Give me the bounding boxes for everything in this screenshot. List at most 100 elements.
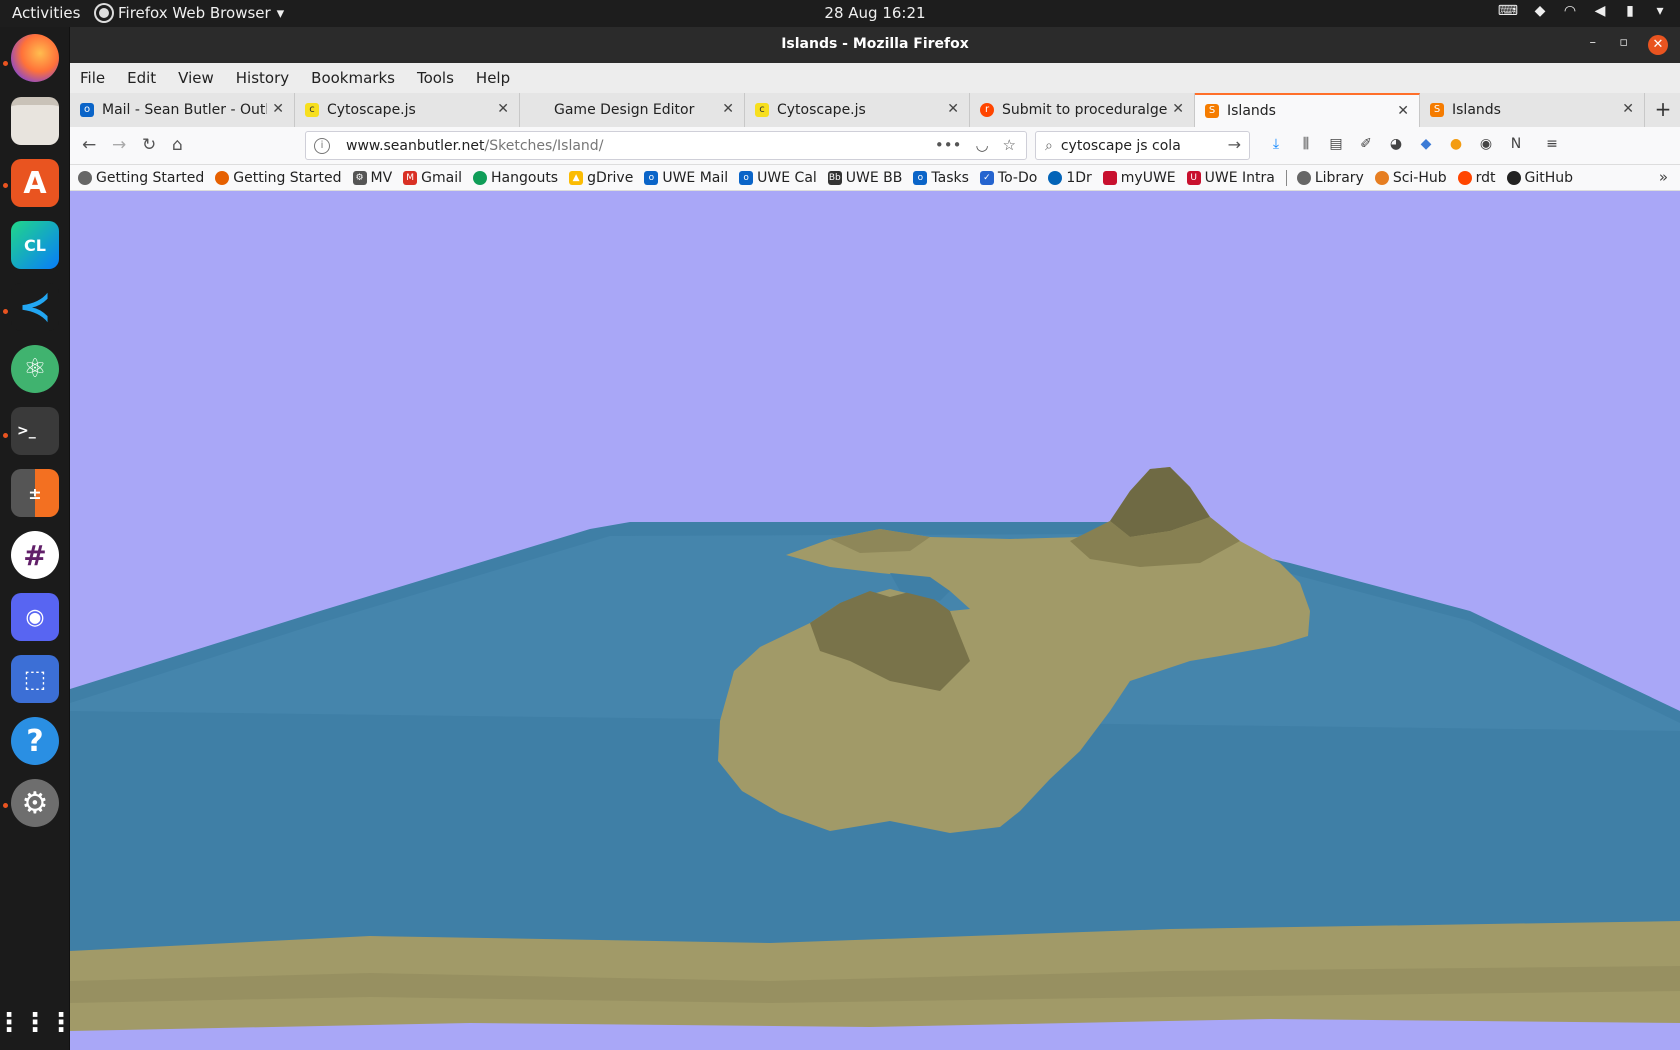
onedrive-icon (1048, 170, 1063, 185)
atom-icon[interactable]: ⚛ (11, 345, 59, 393)
dropbox-icon[interactable]: ◆ (1532, 3, 1548, 19)
bookmark-item[interactable]: Sci-Hub (1374, 170, 1447, 186)
screenshot-icon[interactable]: ⬚ (11, 655, 59, 703)
close-tab-icon[interactable]: ✕ (722, 101, 734, 117)
new-tab-button[interactable]: + (1646, 93, 1680, 127)
hamburger-menu-icon[interactable]: ≡ (1543, 136, 1561, 154)
wifi-icon[interactable]: ◠ (1562, 3, 1578, 19)
tab-game-design-editor[interactable]: Game Design Editor ✕ (520, 93, 745, 127)
system-tray[interactable]: ⌨ ◆ ◠ ◀ ▮ ▾ (1498, 3, 1668, 19)
account-icon[interactable]: ◉ (1477, 136, 1495, 154)
library-icon[interactable]: ⫼ (1297, 136, 1315, 154)
bookmark-label: myUWE (1120, 169, 1176, 186)
clion-icon[interactable]: CL (11, 221, 59, 269)
page-canvas[interactable] (70, 191, 1680, 1050)
bookmark-item[interactable]: GitHub (1506, 170, 1573, 186)
menu-tools[interactable]: Tools (417, 69, 454, 87)
search-input[interactable]: cytoscape js cola (1061, 138, 1181, 154)
downloads-icon[interactable]: ⤓ (1267, 136, 1285, 154)
minimize-icon[interactable]: – (1590, 35, 1597, 50)
back-icon[interactable]: ← (82, 135, 96, 155)
evernote-icon[interactable]: ◕ (1387, 136, 1405, 154)
bookmark-label: MV (370, 169, 393, 186)
close-tab-icon[interactable]: ✕ (272, 101, 284, 117)
url-bar[interactable]: i www.seanbutler.net/Sketches/Island/ ••… (305, 131, 1027, 160)
extension-icon[interactable]: ● (1447, 136, 1465, 154)
firefox-icon[interactable] (11, 34, 59, 82)
bookmark-item[interactable]: Library (1296, 170, 1364, 186)
bookmark-item[interactable]: myUWE (1102, 169, 1176, 186)
sidebar-icon[interactable]: ▤ (1327, 136, 1345, 154)
clock[interactable]: 28 Aug 16:21 (0, 4, 1680, 22)
terminal-icon[interactable]: >_ (11, 407, 59, 455)
close-tab-icon[interactable]: ✕ (1172, 101, 1184, 117)
reload-icon[interactable]: ↻ (142, 135, 156, 155)
menu-history[interactable]: History (236, 69, 289, 87)
page-actions-icon[interactable]: ••• (935, 136, 962, 154)
close-tab-icon[interactable]: ✕ (497, 101, 509, 117)
close-tab-icon[interactable]: ✕ (1622, 101, 1634, 117)
bookmark-star-icon[interactable]: ☆ (1003, 136, 1016, 154)
help-icon[interactable]: ? (11, 717, 59, 765)
menu-view[interactable]: View (178, 69, 214, 87)
menu-file[interactable]: File (80, 69, 105, 87)
outlook-icon: o (80, 103, 94, 117)
bookmark-item[interactable]: Hangouts (473, 170, 558, 186)
tab-islands-active[interactable]: S Islands ✕ (1195, 93, 1420, 127)
bookmark-item[interactable]: o Tasks (913, 170, 969, 186)
tab-islands[interactable]: S Islands ✕ (1420, 93, 1645, 127)
running-indicator (3, 803, 8, 808)
calculator-icon[interactable]: ± (11, 469, 59, 517)
extension-icon[interactable]: ✐ (1357, 136, 1375, 154)
chevron-double-right-icon[interactable]: » (1659, 168, 1668, 186)
discord-icon[interactable]: ◉ (11, 593, 59, 641)
bookmark-item[interactable]: ✓ To-Do (979, 170, 1037, 186)
pocket-icon[interactable]: ◡ (975, 136, 988, 154)
bookmark-item[interactable]: Bb UWE BB (827, 170, 902, 186)
bookmark-item[interactable]: 1Dr (1048, 170, 1092, 186)
bookmark-item[interactable]: M Gmail (403, 170, 462, 186)
bookmark-item[interactable]: ⚙ MV (352, 169, 393, 186)
bookmark-item[interactable]: o UWE Mail (644, 170, 728, 186)
bookmark-item[interactable]: rdt (1457, 170, 1496, 186)
window-titlebar[interactable]: Islands - Mozilla Firefox – ▫ ✕ (70, 27, 1680, 63)
tab-cytoscape-2[interactable]: c Cytoscape.js ✕ (745, 93, 970, 127)
island-scene[interactable] (70, 191, 1680, 1050)
outlook-icon: o (913, 170, 928, 185)
software-center-icon[interactable]: A (11, 159, 59, 207)
forward-icon[interactable]: → (112, 135, 126, 155)
search-go-icon[interactable]: → (1228, 135, 1241, 154)
menu-bookmarks[interactable]: Bookmarks (311, 69, 395, 87)
volume-icon[interactable]: ◀ (1592, 3, 1608, 19)
bookmark-item[interactable]: o UWE Cal (739, 170, 817, 186)
close-tab-icon[interactable]: ✕ (947, 101, 959, 117)
tab-cytoscape[interactable]: c Cytoscape.js ✕ (295, 93, 520, 127)
bookmark-item[interactable]: ▲ gDrive (569, 170, 633, 186)
chevron-down-icon[interactable]: ▾ (1652, 3, 1668, 19)
notion-icon[interactable]: N (1507, 136, 1525, 154)
maximize-icon[interactable]: ▫ (1619, 35, 1628, 50)
show-applications-icon[interactable]: ⋮⋮⋮ (0, 999, 74, 1047)
tab-reddit-submit[interactable]: r Submit to proceduralge ✕ (970, 93, 1195, 127)
search-bar[interactable]: ⌕ cytoscape js cola → (1035, 131, 1250, 160)
tab-mail[interactable]: o Mail - Sean Butler - Outlo ✕ (70, 93, 295, 127)
settings-icon[interactable]: ⚙ (11, 779, 59, 827)
home-icon[interactable]: ⌂ (172, 135, 183, 155)
tab-label: Islands (1227, 103, 1276, 119)
bookmark-item[interactable]: Getting Started (215, 170, 342, 186)
menu-help[interactable]: Help (476, 69, 510, 87)
running-indicator (3, 309, 8, 314)
site-info-icon[interactable]: i (314, 137, 330, 154)
slack-icon[interactable]: # (11, 531, 59, 579)
globe-icon (1296, 170, 1311, 185)
files-icon[interactable] (11, 97, 59, 145)
menu-edit[interactable]: Edit (127, 69, 156, 87)
battery-icon[interactable]: ▮ (1622, 3, 1638, 19)
bookmark-item[interactable]: U UWE Intra (1186, 170, 1275, 186)
bookmark-item[interactable]: Getting Started (78, 170, 204, 186)
extension-icon[interactable]: ◆ (1417, 136, 1435, 154)
keyboard-icon[interactable]: ⌨ (1498, 3, 1518, 19)
vscode-icon[interactable]: ≺ (11, 283, 59, 331)
close-tab-icon[interactable]: ✕ (1397, 103, 1409, 119)
close-window-icon[interactable]: ✕ (1648, 35, 1668, 55)
